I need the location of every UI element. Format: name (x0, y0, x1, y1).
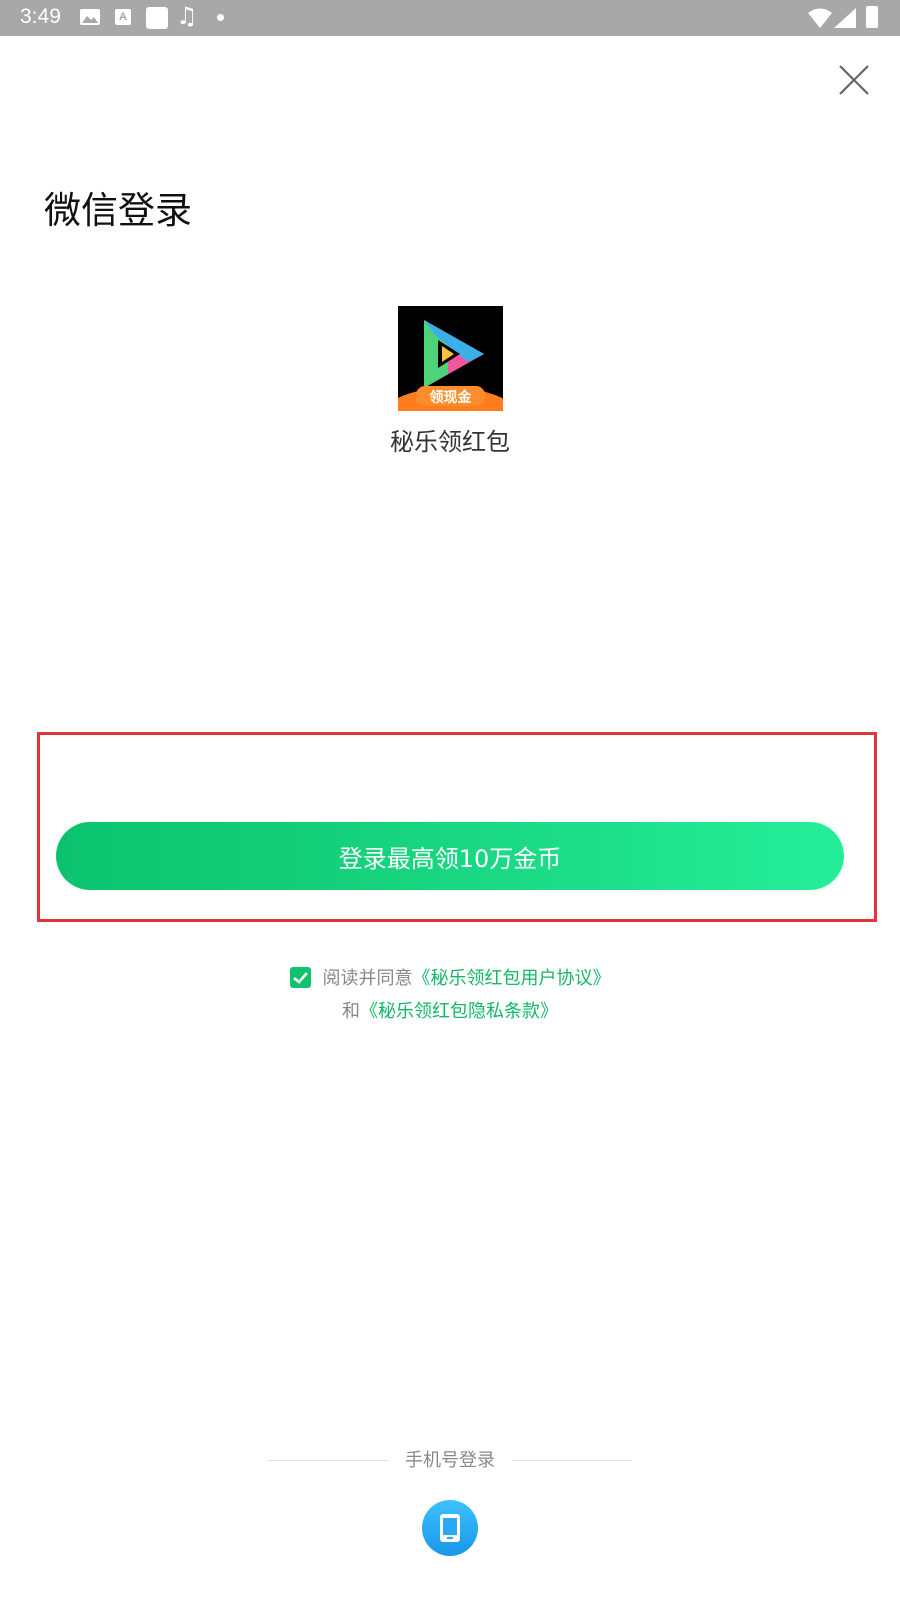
music-icon: ♫ (176, 2, 198, 30)
agreement-line-1: 阅读并同意《秘乐领红包用户协议》 (0, 964, 900, 994)
wechat-login-button[interactable]: 登录最高领10万金币 (56, 822, 844, 890)
square-icon (146, 7, 168, 29)
privacy-policy-link[interactable]: 《秘乐领红包隐私条款》 (360, 1001, 558, 1022)
agreement-line-2: 和《秘乐领红包隐私条款》 (0, 997, 900, 1027)
battery-icon (866, 6, 878, 28)
image-icon (80, 9, 100, 25)
app-badge-text: 领现金 (430, 389, 473, 406)
user-agreement-link[interactable]: 《秘乐领红包用户协议》 (413, 968, 611, 989)
page-title: 微信登录 (44, 189, 192, 232)
check-icon (292, 972, 308, 984)
signal-icon (834, 8, 856, 28)
phone-login-button[interactable] (422, 1500, 478, 1556)
wifi-icon (808, 8, 832, 28)
agree-and: 和 (342, 1001, 360, 1022)
agreement-section: 阅读并同意《秘乐领红包用户协议》 和《秘乐领红包隐私条款》 (0, 964, 900, 1027)
play-logo-icon: 领现金 (398, 306, 503, 411)
phone-login-label: 手机号登录 (405, 1450, 495, 1471)
agree-checkbox[interactable] (289, 967, 311, 988)
phone-icon (440, 1514, 460, 1542)
close-button[interactable] (836, 62, 872, 98)
status-bar: 3:49 A ♫ (0, 0, 900, 36)
a-icon: A (115, 9, 131, 25)
app-name: 秘乐领红包 (390, 428, 510, 456)
app-logo: 领现金 (398, 306, 503, 411)
close-icon (839, 65, 869, 95)
alt-login-divider: 手机号登录 (0, 1446, 900, 1476)
status-time: 3:49 (20, 5, 61, 28)
agree-prefix: 阅读并同意 (322, 968, 413, 989)
dot-icon (217, 14, 224, 21)
